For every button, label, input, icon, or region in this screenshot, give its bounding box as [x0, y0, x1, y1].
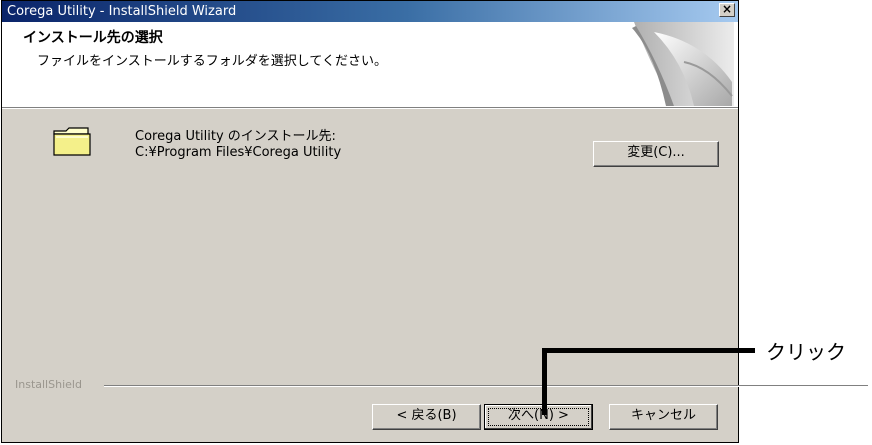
- callout-line-horizontal: [542, 348, 755, 353]
- installer-window: Corega Utility - InstallShield Wizard × …: [1, 0, 739, 443]
- callout-line-vertical: [542, 348, 547, 415]
- page-title: インストール先の選択: [23, 30, 163, 46]
- page-subtitle: ファイルをインストールするフォルダを選択してください。: [37, 54, 387, 69]
- next-button[interactable]: 次へ(N) >: [484, 404, 593, 430]
- folder-icon: [53, 127, 91, 156]
- title-bar[interactable]: Corega Utility - InstallShield Wizard ×: [2, 1, 738, 22]
- install-path: C:¥Program Files¥Corega Utility: [135, 145, 342, 160]
- close-button[interactable]: ×: [719, 3, 735, 17]
- install-destination-label: Corega Utility のインストール先:: [135, 129, 336, 144]
- click-callout-text: クリック: [766, 340, 846, 364]
- installshield-brand: InstallShield: [15, 378, 82, 391]
- wizard-header: インストール先の選択 ファイルをインストールするフォルダを選択してください。: [2, 22, 738, 108]
- window-title: Corega Utility - InstallShield Wizard: [7, 4, 237, 19]
- footer-divider: [104, 385, 868, 387]
- back-button[interactable]: < 戻る(B): [372, 404, 481, 430]
- close-icon: ×: [721, 2, 733, 16]
- cancel-button[interactable]: キャンセル: [609, 404, 718, 430]
- change-button[interactable]: 変更(C)...: [593, 141, 719, 167]
- installshield-header-graphic: [632, 22, 734, 106]
- next-button-label: 次へ(N) >: [508, 408, 569, 423]
